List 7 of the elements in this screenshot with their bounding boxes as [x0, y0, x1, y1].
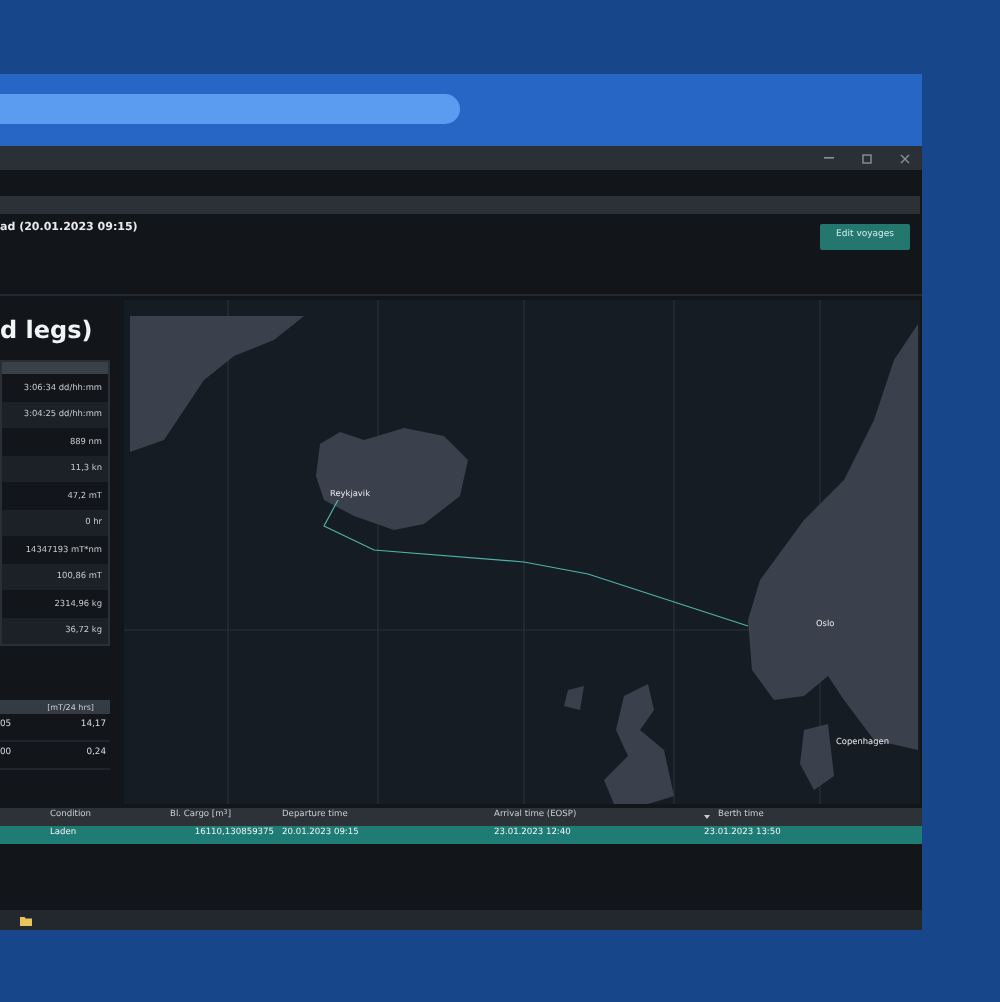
maximize-icon[interactable]	[862, 153, 872, 163]
legs-title: d legs)	[0, 316, 95, 344]
minimize-icon[interactable]	[824, 156, 834, 160]
close-icon[interactable]	[900, 153, 910, 163]
folder-icon[interactable]	[20, 915, 32, 925]
sort-icon[interactable]	[704, 814, 710, 820]
address-field[interactable]	[0, 94, 460, 124]
